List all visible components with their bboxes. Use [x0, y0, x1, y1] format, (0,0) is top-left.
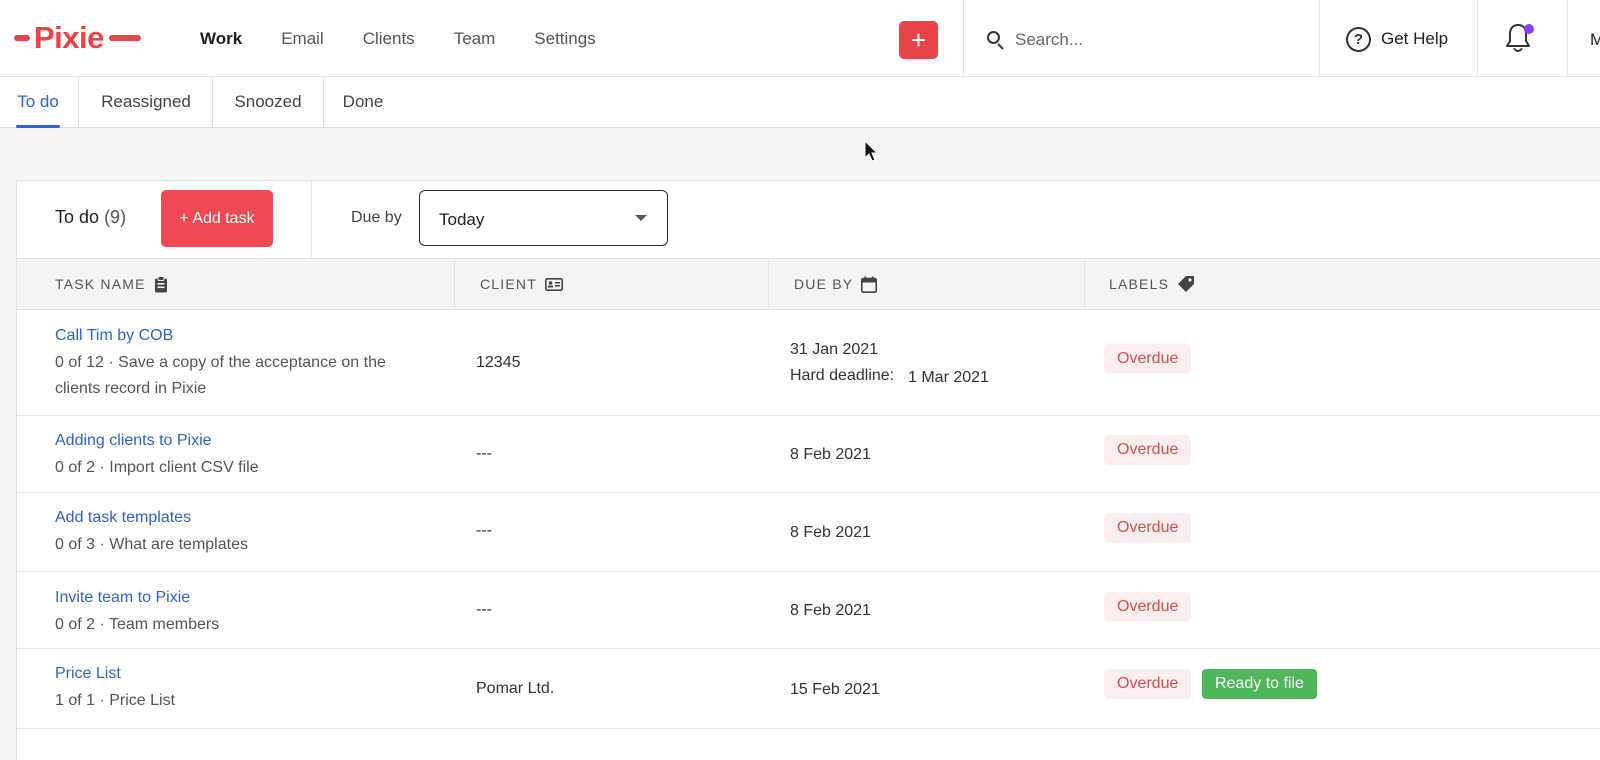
table-row[interactable]: Adding clients to Pixie 0 of 2 · Import … — [17, 416, 1600, 493]
task-name-link[interactable]: Call Tim by COB — [55, 327, 173, 345]
quick-add-button[interactable]: + — [899, 21, 938, 59]
tab-divider — [78, 77, 79, 128]
tab-divider — [323, 77, 324, 128]
get-help-label: Get Help — [1381, 29, 1449, 48]
ready-to-file-badge: Ready to file — [1202, 669, 1317, 699]
task-name-link[interactable]: Price List — [55, 665, 121, 683]
due-by-value: Today — [439, 210, 485, 229]
question-circle-icon: ? — [1346, 26, 1371, 52]
column-divider — [768, 259, 769, 309]
nav-team[interactable]: Team — [454, 29, 496, 49]
column-due-by[interactable]: DUE BY — [794, 259, 878, 309]
column-label: TASK NAME — [55, 276, 146, 292]
overdue-badge: Overdue — [1104, 592, 1192, 622]
task-subtitle: 0 of 12 · Save a copy of the acceptance … — [55, 354, 386, 397]
panel-title: To do (9) — [55, 207, 126, 228]
logo-text: Pixie — [34, 20, 104, 55]
column-task-name[interactable]: TASK NAME — [55, 259, 168, 309]
task-count: (9) — [104, 207, 127, 227]
top-bar: Pixie Work Email Clients Team Settings +… — [0, 0, 1600, 77]
tab-done[interactable]: Done — [341, 77, 385, 128]
add-task-button[interactable]: + Add task — [161, 190, 273, 247]
divider — [963, 0, 964, 77]
search-icon — [986, 30, 1006, 50]
tab-reassigned[interactable]: Reassigned — [96, 77, 196, 128]
search-input[interactable] — [1015, 30, 1255, 50]
logo-dash-left — [14, 35, 30, 41]
client-cell: Pomar Ltd. — [476, 680, 555, 697]
tab-to-do[interactable]: To do — [16, 77, 60, 128]
column-divider — [1084, 259, 1085, 309]
due-date: 15 Feb 2021 — [790, 681, 880, 698]
search-box[interactable] — [986, 22, 1286, 58]
work-subtabs: To do Reassigned Snoozed Done — [0, 77, 1600, 128]
column-divider — [454, 259, 455, 309]
logo-dash-right — [108, 35, 141, 41]
column-labels[interactable]: LABELS — [1109, 259, 1195, 309]
pixie-logo[interactable]: Pixie — [14, 18, 141, 58]
table-row[interactable]: Call Tim by COB 0 of 12 · Save a copy of… — [17, 310, 1600, 416]
divider — [311, 181, 312, 258]
plus-icon: + — [910, 25, 927, 55]
table-row[interactable]: Add task templates 0 of 3 · What are tem… — [17, 493, 1600, 572]
clipboard-icon — [154, 275, 168, 293]
todo-panel: To do (9) + Add task Due by Today TASK N… — [16, 180, 1600, 760]
nav-settings[interactable]: Settings — [534, 29, 595, 49]
column-client[interactable]: CLIENT — [480, 259, 563, 309]
mouse-cursor-icon — [864, 140, 879, 162]
overdue-badge: Overdue — [1104, 513, 1192, 543]
due-date: 8 Feb 2021 — [790, 524, 871, 541]
nav-email[interactable]: Email — [281, 29, 324, 49]
task-subtitle: 0 of 3 · What are templates — [55, 536, 248, 553]
column-label: LABELS — [1109, 276, 1170, 292]
client-cell: --- — [476, 522, 492, 539]
id-card-icon — [545, 277, 563, 291]
get-help-button[interactable]: ? Get Help — [1346, 24, 1448, 54]
tab-snoozed[interactable]: Snoozed — [230, 77, 306, 128]
overdue-badge: Overdue — [1104, 344, 1192, 374]
task-name-link[interactable]: Adding clients to Pixie — [55, 432, 212, 450]
notification-dot — [1524, 24, 1534, 34]
column-label: DUE BY — [794, 276, 854, 292]
divider — [1477, 0, 1478, 77]
hard-deadline-date: 1 Mar 2021 — [908, 369, 989, 386]
notifications-button[interactable] — [1504, 22, 1534, 54]
client-cell: --- — [476, 445, 492, 462]
nav-work[interactable]: Work — [200, 29, 242, 49]
nav-clients[interactable]: Clients — [363, 29, 415, 49]
tab-divider — [212, 77, 213, 128]
task-subtitle: 1 of 1 · Price List — [55, 692, 176, 709]
chevron-down-icon — [635, 215, 647, 221]
due-date: 8 Feb 2021 — [790, 602, 871, 619]
due-by-select[interactable]: Today — [419, 190, 668, 246]
table-header: TASK NAME CLIENT DUE BY LABELS — [17, 258, 1600, 310]
due-date: 8 Feb 2021 — [790, 446, 871, 463]
due-by-label: Due by — [351, 209, 402, 226]
tag-icon — [1177, 275, 1195, 293]
task-name-link[interactable]: Invite team to Pixie — [55, 589, 190, 607]
client-cell: 12345 — [476, 354, 521, 371]
divider — [1319, 0, 1320, 77]
table-row[interactable]: Invite team to Pixie 0 of 2 · Team membe… — [17, 572, 1600, 649]
divider — [1567, 0, 1568, 77]
main-nav: Work Email Clients Team Settings — [200, 0, 635, 77]
overdue-badge: Overdue — [1104, 435, 1192, 465]
task-subtitle: 0 of 2 · Team members — [55, 616, 220, 633]
client-cell: --- — [476, 601, 492, 618]
column-label: CLIENT — [480, 276, 537, 292]
calendar-icon — [861, 276, 878, 293]
overdue-badge: Overdue — [1104, 669, 1192, 699]
due-date: 31 Jan 2021 — [790, 341, 879, 358]
user-menu[interactable]: M — [1590, 30, 1600, 50]
task-subtitle: 0 of 2 · Import client CSV file — [55, 459, 259, 476]
panel-title-text: To do — [55, 207, 100, 227]
task-name-link[interactable]: Add task templates — [55, 509, 191, 527]
hard-deadline-label: Hard deadline: — [790, 367, 895, 384]
table-row[interactable]: Price List 1 of 1 · Price List Pomar Ltd… — [17, 649, 1600, 729]
panel-header: To do (9) + Add task Due by Today — [17, 181, 1600, 258]
